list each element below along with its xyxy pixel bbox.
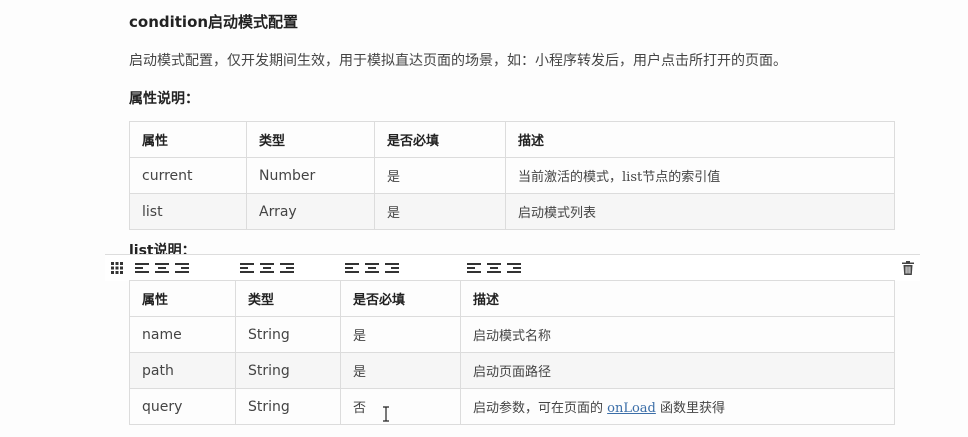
- cell-type: String: [235, 316, 341, 353]
- grid-icon[interactable]: [111, 262, 123, 274]
- cell-attr: current: [129, 157, 247, 194]
- header-required: 是否必填: [374, 121, 506, 158]
- align-center-icon[interactable]: [487, 263, 501, 275]
- cell-type: Number: [246, 157, 375, 194]
- align-left-icon[interactable]: [240, 263, 254, 275]
- list-table: 属性 类型 是否必填 描述 name String 是 启动模式名称 path …: [129, 280, 895, 425]
- table-row: query String 否 启动参数，可在页面的 onLoad 函数里获得: [129, 388, 895, 425]
- align-right-icon[interactable]: [507, 263, 521, 275]
- cell-desc: 启动页面路径: [460, 352, 895, 389]
- align-left-icon[interactable]: [135, 263, 149, 275]
- condition-table: 属性 类型 是否必填 描述 current Number 是 当前激活的模式，l…: [129, 121, 895, 230]
- desc-text: 函数里获得: [655, 401, 726, 416]
- align-right-icon[interactable]: [385, 263, 399, 275]
- table-row: list Array 是 启动模式列表: [129, 193, 895, 230]
- header-type: 类型: [246, 121, 375, 158]
- onload-link[interactable]: onLoad: [607, 401, 656, 416]
- table-row: name String 是 启动模式名称: [129, 316, 895, 353]
- cell-desc: 启动模式列表: [505, 193, 895, 230]
- cell-type: String: [235, 388, 341, 425]
- cell-type: Array: [246, 193, 375, 230]
- header-required: 是否必填: [340, 280, 461, 317]
- header-type: 类型: [235, 280, 341, 317]
- list-heading: list说明：: [129, 243, 196, 254]
- cell-required: 是: [374, 157, 506, 194]
- align-left-icon[interactable]: [345, 263, 359, 275]
- table-row: path String 是 启动页面路径: [129, 352, 895, 389]
- align-center-icon[interactable]: [155, 263, 169, 275]
- align-right-icon[interactable]: [175, 263, 189, 275]
- cell-required: 是: [340, 316, 461, 353]
- trash-icon[interactable]: [902, 261, 914, 275]
- cell-attr: query: [129, 388, 236, 425]
- align-center-icon[interactable]: [365, 263, 379, 275]
- section-heading: condition启动模式配置: [129, 13, 299, 31]
- attribute-title: 属性说明：: [129, 91, 199, 107]
- cell-attr: path: [129, 352, 236, 389]
- align-right-icon[interactable]: [280, 263, 294, 275]
- align-center-icon[interactable]: [260, 263, 274, 275]
- cell-desc: 启动模式名称: [460, 316, 895, 353]
- cell-required: 否: [340, 388, 461, 425]
- table-header-row: 属性 类型 是否必填 描述: [129, 121, 895, 158]
- cell-attr: name: [129, 316, 236, 353]
- document-page: condition启动模式配置 启动模式配置，仅开发期间生效，用于模拟直达页面的…: [0, 0, 968, 437]
- description-text: 启动模式配置，仅开发期间生效，用于模拟直达页面的场景，如：小程序转发后，用户点击…: [129, 53, 787, 69]
- text-cursor-icon: [383, 406, 389, 422]
- header-attr: 属性: [129, 280, 236, 317]
- cell-attr: list: [129, 193, 247, 230]
- header-attr: 属性: [129, 121, 247, 158]
- cell-desc: 当前激活的模式，list节点的索引值: [505, 157, 895, 194]
- cell-type: String: [235, 352, 341, 389]
- header-desc: 描述: [460, 280, 895, 317]
- cell-required: 是: [374, 193, 506, 230]
- table-header-row: 属性 类型 是否必填 描述: [129, 280, 895, 317]
- table-row: current Number 是 当前激活的模式，list节点的索引值: [129, 157, 895, 194]
- align-left-icon[interactable]: [467, 263, 481, 275]
- header-desc: 描述: [505, 121, 895, 158]
- cell-required: 是: [340, 352, 461, 389]
- table-toolbar: [105, 254, 920, 281]
- desc-text: 启动参数，可在页面的: [473, 401, 608, 416]
- cell-desc: 启动参数，可在页面的 onLoad 函数里获得: [460, 388, 895, 425]
